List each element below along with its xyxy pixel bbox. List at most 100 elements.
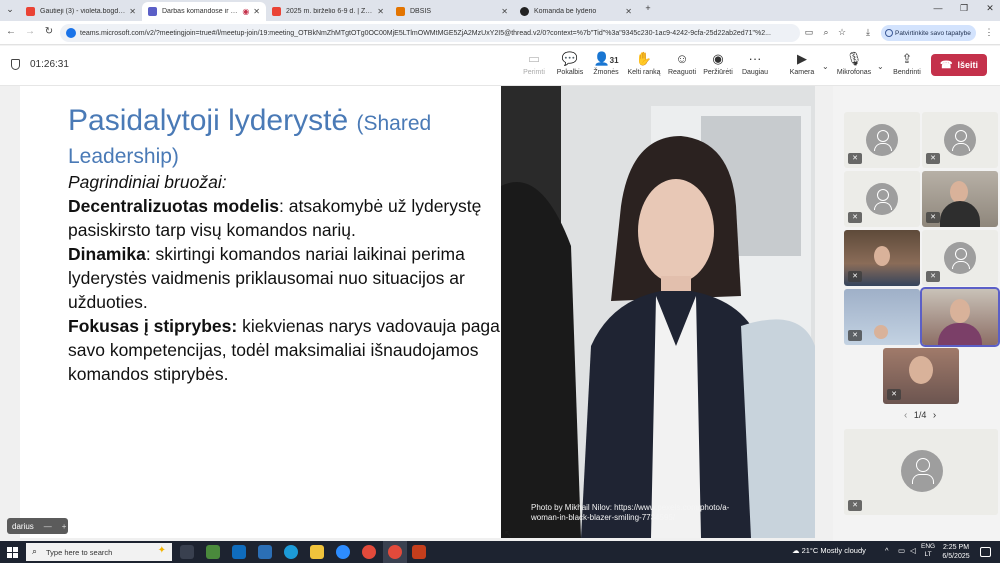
point-term: Dinamika xyxy=(68,244,146,264)
close-icon[interactable]: ✕ xyxy=(625,7,632,16)
github-icon xyxy=(520,7,529,16)
minimize-icon[interactable]: — xyxy=(930,3,946,13)
close-icon[interactable]: ✕ xyxy=(253,7,260,16)
participant-tile[interactable]: ✕ xyxy=(922,112,998,168)
zoom-app-icon[interactable] xyxy=(336,545,350,559)
app-icon[interactable] xyxy=(258,545,272,559)
slide-body: Pagrindiniai bruožai: Decentralizuotas m… xyxy=(68,170,508,386)
browser-tab-gmail-2[interactable]: 2025 m. birželio 6-9 d. | Žinių ... ✕ xyxy=(266,2,390,21)
view-label: Peržiūrėti xyxy=(703,69,733,76)
reload-icon[interactable]: ↻ xyxy=(42,26,56,37)
photo-credit: Photo by Mikhail Nilov: https://www.pexe… xyxy=(531,503,730,522)
participant-face xyxy=(909,356,933,384)
self-view-inner: ✕ xyxy=(844,429,998,515)
close-window-icon[interactable]: ✕ xyxy=(982,3,998,14)
tab-title: Gautieji (3) - violeta.bogdiun@... xyxy=(40,8,125,15)
microphone-button[interactable]: 🎙 Mikrofonas xyxy=(832,51,876,76)
pager-text: 1/4 xyxy=(913,410,927,420)
language-indicator[interactable]: ENG LT xyxy=(921,543,935,559)
cast-icon[interactable]: ▭ xyxy=(803,27,815,38)
windows-start-icon[interactable] xyxy=(7,547,18,558)
mic-off-icon: ✕ xyxy=(887,389,901,400)
mic-off-icon: 🎙 xyxy=(845,51,863,66)
gmail-icon xyxy=(272,7,281,16)
site-info-icon[interactable] xyxy=(66,28,76,38)
mic-off-icon: ✕ xyxy=(848,153,862,164)
url-field[interactable]: teams.microsoft.com/v2/?meetingjoin=true… xyxy=(60,24,800,42)
presenter-name-tag[interactable]: darius — + xyxy=(7,518,68,534)
mic-off-icon: ✕ xyxy=(848,271,862,282)
share-button[interactable]: ⇪ Bendrinti xyxy=(885,51,929,76)
dbsis-icon xyxy=(396,7,405,16)
slide-point: Fokusas į stiprybes: kiekvienas narys va… xyxy=(68,314,508,386)
chevron-right-icon[interactable]: › xyxy=(933,410,936,421)
download-icon[interactable]: ⤓ xyxy=(862,27,874,38)
participant-tile[interactable]: ✕ xyxy=(844,171,920,227)
close-icon[interactable]: ✕ xyxy=(377,7,384,16)
browser-tab-teams[interactable]: Darbas komandose ir pasid... ◉ ✕ xyxy=(142,2,266,21)
take-control-label: Perimti xyxy=(523,69,545,76)
taskbar-clock[interactable]: 2:25 PM 6/5/2025 xyxy=(938,543,974,561)
edge-icon[interactable] xyxy=(284,545,298,559)
participant-tile[interactable]: ✕ xyxy=(922,230,998,286)
leave-button[interactable]: ☎ Išeiti xyxy=(931,54,987,76)
collapse-icon[interactable]: — xyxy=(44,522,52,531)
tray-chevron-icon[interactable]: ^ xyxy=(885,546,889,555)
task-view-icon[interactable] xyxy=(180,545,194,559)
close-icon[interactable]: ✕ xyxy=(129,7,136,16)
forward-icon[interactable]: → xyxy=(23,26,37,37)
maximize-icon[interactable]: ❐ xyxy=(956,3,972,14)
participant-video-tile[interactable]: ✕ xyxy=(883,348,959,404)
chrome-icon[interactable] xyxy=(362,545,376,559)
slide-title: Pasidalytoji lyderystė (Shared Leadershi… xyxy=(68,106,488,172)
participant-tile[interactable]: ✕ xyxy=(844,112,920,168)
chevron-left-icon[interactable]: ‹ xyxy=(904,410,907,421)
outlook-icon[interactable] xyxy=(232,545,246,559)
tab-search-icon[interactable]: ⌄ xyxy=(2,4,18,15)
tab-title: 2025 m. birželio 6-9 d. | Žinių ... xyxy=(286,8,373,15)
network-icon[interactable]: ▭ xyxy=(898,546,905,555)
gmail-icon xyxy=(26,7,35,16)
chrome-active-icon[interactable] xyxy=(388,545,402,559)
browser-tab-dbsis[interactable]: DBSIS ✕ xyxy=(390,2,514,21)
close-icon[interactable]: ✕ xyxy=(501,7,508,16)
participant-video-tile[interactable]: ✕ xyxy=(844,230,920,286)
more-button[interactable]: ··· Daugiau xyxy=(733,51,777,76)
clock-date: 6/5/2025 xyxy=(942,553,970,560)
verify-identity-button[interactable]: Patvirtinkite savo tapatybe xyxy=(881,25,976,41)
widgets-icon[interactable] xyxy=(206,545,220,559)
zoom-icon[interactable]: ⌕ xyxy=(820,27,832,38)
search-icon: ⌕ xyxy=(32,546,38,556)
browser-tab-gmail-1[interactable]: Gautieji (3) - violeta.bogdiun@... ✕ xyxy=(20,2,142,21)
browser-tab-github[interactable]: Komanda be lyderio ✕ xyxy=(514,2,638,21)
weather-widget[interactable]: ☁ 21°C Mostly cloudy xyxy=(792,546,866,555)
clock-time: 2:25 PM xyxy=(942,544,970,551)
meeting-toolbar: 01:26:31 ▭ Perimti 💬 Pokalbis 👤31 Žmonės… xyxy=(0,46,1000,86)
self-view-tile[interactable]: ✕ xyxy=(844,429,998,515)
participants-panel: ✕ ✕ ✕ ✕ ✕ ✕ ✕ ✕ ‹ 1/4 › ✕ xyxy=(833,86,1000,541)
teams-icon xyxy=(148,7,157,16)
search-placeholder: Type here to search xyxy=(46,547,113,557)
back-icon[interactable]: ← xyxy=(4,26,18,37)
participant-video-tile-selected[interactable] xyxy=(920,287,1000,347)
weather-text: 21°C Mostly cloudy xyxy=(801,546,866,555)
camera-button[interactable]: ▶︎ Kamera xyxy=(780,51,824,76)
browser-menu-icon[interactable]: ⋮ xyxy=(983,27,995,38)
notification-icon[interactable] xyxy=(980,547,991,557)
participant-video-tile[interactable]: ✕ xyxy=(922,171,998,227)
slide-point: Dinamika: skirtingi komandos nariai laik… xyxy=(68,242,508,314)
bookmark-star-icon[interactable]: ☆ xyxy=(836,27,848,38)
participant-video-tile[interactable]: ✕ xyxy=(844,289,920,345)
url-text: teams.microsoft.com/v2/?meetingjoin=true… xyxy=(80,29,771,37)
powerpoint-icon[interactable] xyxy=(412,545,426,559)
speaker-icon[interactable]: ◁ xyxy=(910,546,916,555)
new-tab-button[interactable]: + xyxy=(640,3,656,13)
slide-photo: Photo by Mikhail Nilov: https://www.pexe… xyxy=(501,86,815,538)
expand-icon[interactable]: + xyxy=(62,522,67,531)
slide-intro: Pagrindiniai bruožai: xyxy=(68,172,227,192)
taskbar-search-box[interactable]: ⌕ Type here to search ✦ xyxy=(26,543,172,561)
file-explorer-icon[interactable] xyxy=(310,545,324,559)
camera-options-chevron-icon[interactable]: ⌄ xyxy=(822,62,829,71)
mic-options-chevron-icon[interactable]: ⌄ xyxy=(877,62,884,71)
more-label: Daugiau xyxy=(741,69,769,76)
